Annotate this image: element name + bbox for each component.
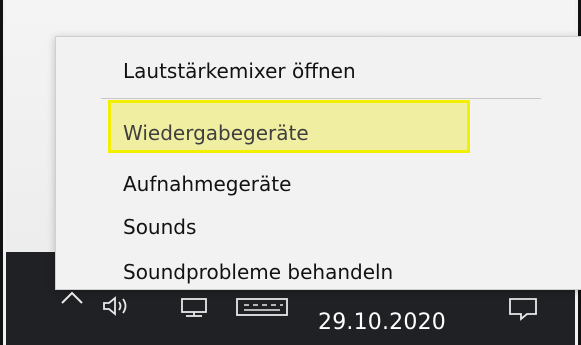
menu-item-troubleshoot-sound[interactable]: Soundprobleme behandeln [123,260,393,284]
menu-item-sounds[interactable]: Sounds [123,215,196,239]
taskbar-date[interactable]: 29.10.2020 [318,310,446,335]
notification-icon[interactable] [506,296,540,322]
network-icon[interactable] [177,296,211,320]
chevron-up-icon[interactable] [60,289,84,307]
menu-separator [101,98,541,99]
menu-item-playback-devices[interactable]: Wiedergabegeräte [123,121,309,145]
sound-context-menu: Lautstärkemixer öffnen Wiedergabegeräte … [55,36,581,290]
speaker-icon[interactable] [101,294,133,318]
keyboard-icon[interactable] [235,296,291,320]
menu-item-recording-devices[interactable]: Aufnahmegeräte [123,172,291,196]
menu-item-open-volume-mixer[interactable]: Lautstärkemixer öffnen [123,59,356,83]
